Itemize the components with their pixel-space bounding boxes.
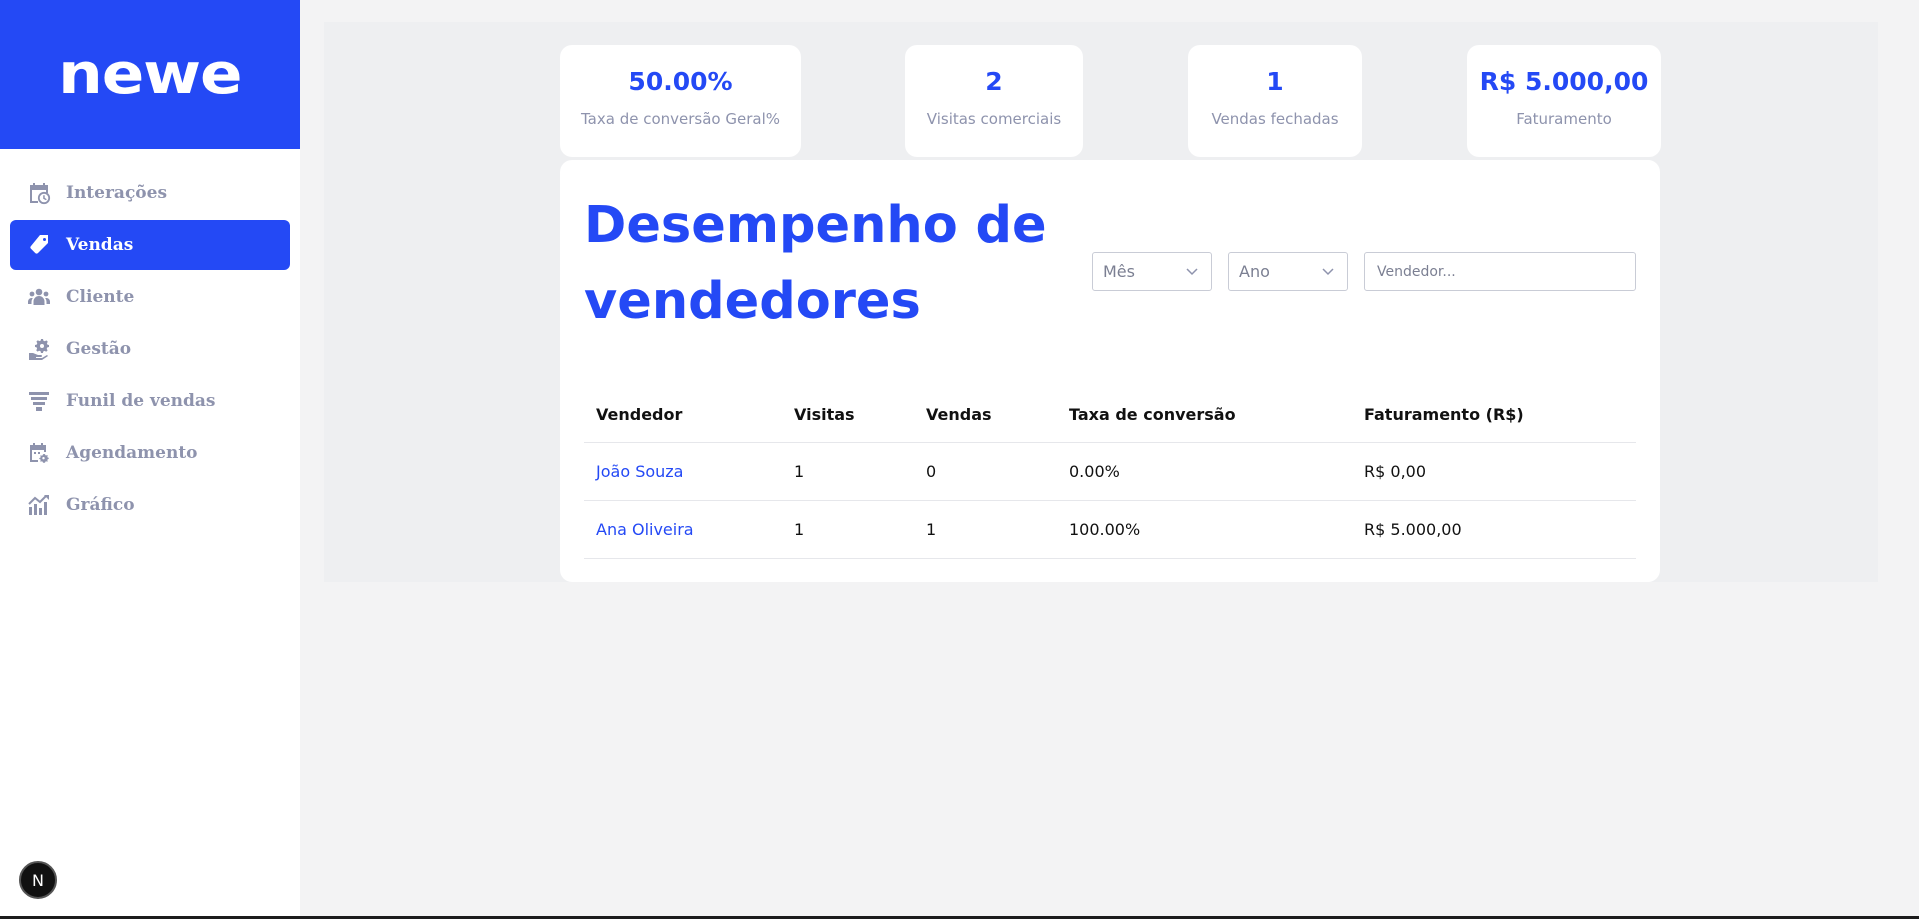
sellers-table: Vendedor Visitas Vendas Taxa de conversã…: [584, 388, 1636, 559]
table-header-row: Vendedor Visitas Vendas Taxa de conversã…: [584, 388, 1636, 443]
chart-line-icon: [27, 493, 51, 517]
stat-label: Taxa de conversão Geral%: [580, 110, 780, 128]
sidebar-item-interacoes[interactable]: Interações: [10, 168, 290, 218]
column-header: Vendedor: [584, 388, 782, 443]
sidebar-item-cliente[interactable]: Cliente: [10, 272, 290, 322]
sidebar-item-label: Interações: [66, 183, 168, 203]
chevron-down-icon: [1186, 268, 1198, 276]
sales-cell: 1: [914, 500, 1057, 559]
performance-card: Desempenho de vendedores Mês Ano Vendedo…: [560, 160, 1660, 582]
sidebar-item-label: Funil de vendas: [66, 391, 216, 411]
column-header: Vendas: [914, 388, 1057, 443]
seller-name-link[interactable]: João Souza: [584, 442, 782, 501]
sidebar-item-label: Gráfico: [66, 495, 135, 515]
sidebar-item-vendas[interactable]: Vendas: [10, 220, 290, 270]
users-icon: [27, 285, 51, 309]
chevron-down-icon: [1322, 268, 1334, 276]
stat-label: Faturamento: [1516, 110, 1612, 128]
sidebar-nav: Interações Vendas Cliente Gestão Funil d…: [0, 168, 300, 530]
table-row: Ana Oliveira 1 1 100.00% R$ 5.000,00: [584, 500, 1636, 559]
seller-name-link[interactable]: Ana Oliveira: [584, 500, 782, 559]
stat-card-sales: 1 Vendas fechadas: [1188, 45, 1362, 157]
hand-gear-icon: [27, 337, 51, 361]
sidebar-item-agendamento[interactable]: Agendamento: [10, 428, 290, 478]
stat-value: 2: [985, 67, 1003, 96]
rate-cell: 100.00%: [1057, 500, 1352, 559]
sidebar-item-label: Gestão: [66, 339, 132, 359]
stat-card-revenue: R$ 5.000,00 Faturamento: [1467, 45, 1661, 157]
stat-label: Visitas comerciais: [926, 110, 1062, 128]
tag-icon: [27, 233, 51, 257]
sales-cell: 0: [914, 442, 1057, 501]
seller-search-input[interactable]: [1364, 252, 1636, 291]
calendar-clock-icon: [27, 181, 51, 205]
rate-cell: 0.00%: [1057, 442, 1352, 501]
table-row: João Souza 1 0 0.00% R$ 0,00: [584, 442, 1636, 501]
column-header: Taxa de conversão: [1057, 388, 1352, 443]
funnel-icon: [27, 389, 51, 413]
sidebar-item-grafico[interactable]: Gráfico: [10, 480, 290, 530]
sidebar-item-label: Vendas: [66, 235, 134, 255]
month-select[interactable]: Mês: [1092, 252, 1212, 291]
logo: newe: [58, 42, 242, 107]
stat-card-visits: 2 Visitas comerciais: [905, 45, 1083, 157]
sidebar-item-label: Cliente: [66, 287, 135, 307]
next-dev-badge[interactable]: N: [19, 861, 57, 899]
sidebar-item-label: Agendamento: [66, 443, 198, 463]
stat-value: 50.00%: [628, 67, 733, 96]
year-select[interactable]: Ano: [1228, 252, 1348, 291]
page-title: Desempenho de vendedores: [584, 196, 1047, 331]
stat-label: Vendas fechadas: [1211, 110, 1339, 128]
sidebar-item-gestao[interactable]: Gestão: [10, 324, 290, 374]
sidebar: newe Interações Vendas Cliente Gestão Fu…: [0, 0, 300, 916]
revenue-cell: R$ 5.000,00: [1352, 500, 1636, 559]
stat-card-conversion: 50.00% Taxa de conversão Geral%: [560, 45, 801, 157]
column-header: Visitas: [782, 388, 914, 443]
year-select-value: Ano: [1239, 262, 1270, 281]
logo-block[interactable]: newe: [0, 0, 300, 149]
stat-value: R$ 5.000,00: [1479, 67, 1649, 96]
visits-cell: 1: [782, 442, 914, 501]
calendar-gear-icon: [27, 441, 51, 465]
stat-value: 1: [1266, 67, 1284, 96]
revenue-cell: R$ 0,00: [1352, 442, 1636, 501]
sidebar-item-funil[interactable]: Funil de vendas: [10, 376, 290, 426]
column-header: Faturamento (R$): [1352, 388, 1636, 443]
visits-cell: 1: [782, 500, 914, 559]
month-select-value: Mês: [1103, 262, 1135, 281]
badge-letter: N: [32, 870, 44, 890]
